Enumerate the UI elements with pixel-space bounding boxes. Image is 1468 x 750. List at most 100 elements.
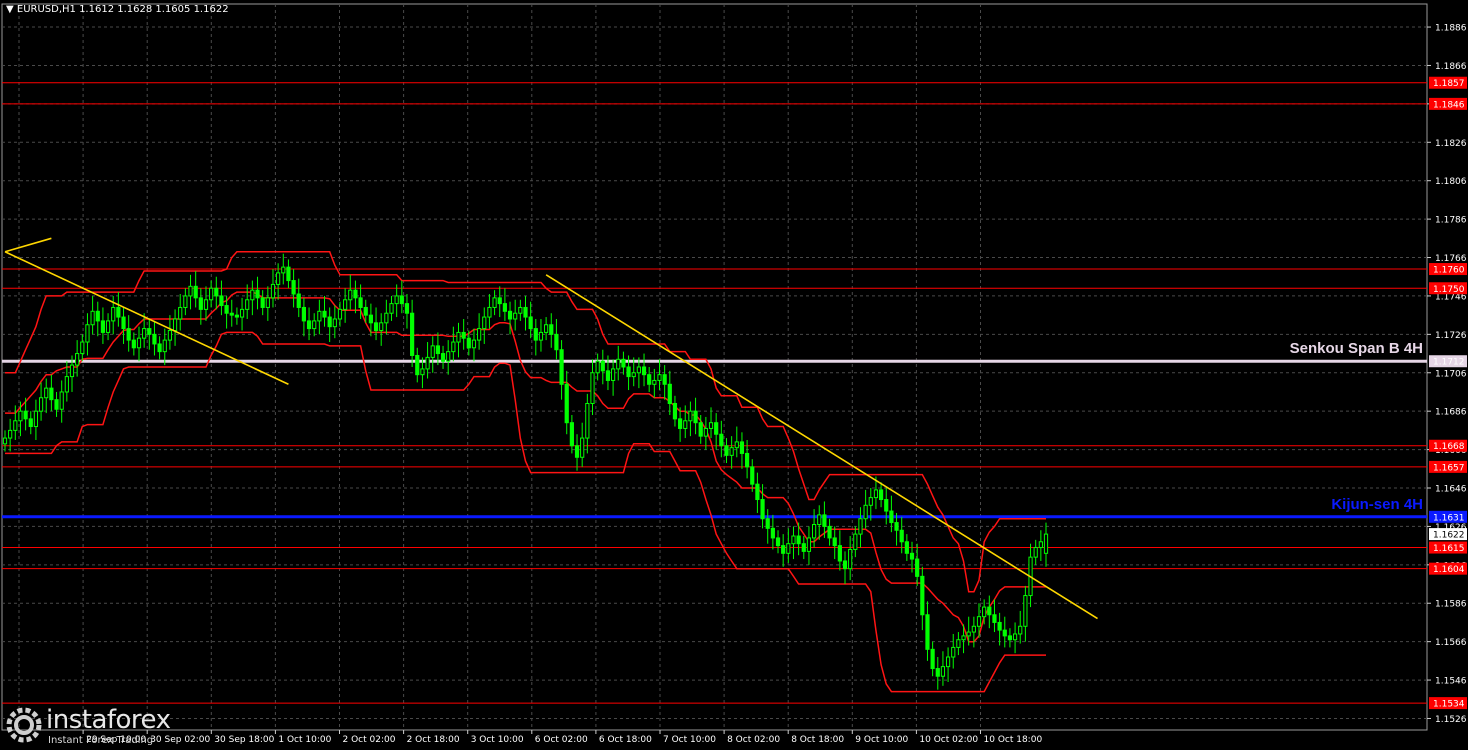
candle-body <box>420 368 425 376</box>
candle-body <box>899 529 904 543</box>
candle-body <box>580 437 585 458</box>
candle-body <box>229 312 234 316</box>
candle-body <box>688 410 693 422</box>
candle-body <box>337 308 343 320</box>
candle-body <box>683 420 688 429</box>
candle-body <box>775 537 781 547</box>
candle-body <box>1018 625 1023 635</box>
candle-body <box>363 306 368 316</box>
candle-body <box>214 287 219 297</box>
candle-body <box>1038 541 1043 549</box>
x-tick-label: 6 Oct 02:00 <box>535 735 588 745</box>
candle-body <box>198 297 203 310</box>
candle-body <box>904 541 909 554</box>
candle-body <box>477 328 482 341</box>
candle-body <box>708 422 714 429</box>
y-tick-label: 1.1706 <box>1435 369 1467 379</box>
candle-body <box>997 621 1002 631</box>
logo-name: instaforex <box>46 705 171 735</box>
candle-body <box>605 370 611 381</box>
candle-body <box>410 312 415 356</box>
candle-body <box>734 441 739 449</box>
candle-body <box>368 314 373 324</box>
candle-body <box>317 310 322 322</box>
level-price-label: 1.1657 <box>1433 463 1465 473</box>
candle-body <box>822 514 827 527</box>
y-tick-label: 1.1646 <box>1435 485 1467 495</box>
candle-body <box>446 351 451 362</box>
candle-body <box>786 543 791 554</box>
y-tick-label: 1.1686 <box>1435 408 1467 418</box>
dropdown-triangle-icon[interactable]: ▼ <box>6 4 17 15</box>
candle-body <box>49 387 54 401</box>
candle-body <box>306 320 312 330</box>
candle-body <box>80 341 85 355</box>
candle-body <box>358 297 363 308</box>
candle-body <box>853 533 858 550</box>
candle-body <box>281 266 286 274</box>
candle-body <box>719 433 724 447</box>
candle-body <box>343 299 348 310</box>
price-chart[interactable]: Senkou Span B 4H Kijun-sen 4H 1.1886 1.186… <box>0 0 1468 750</box>
candle-body <box>126 328 131 341</box>
candle-body <box>698 422 703 437</box>
candle-body <box>23 410 28 420</box>
candle-body <box>982 606 987 618</box>
candle-body <box>178 306 183 320</box>
candle-body <box>801 543 806 552</box>
candle-body <box>538 331 544 341</box>
candle-body <box>1033 547 1038 558</box>
candle-body <box>296 293 301 308</box>
candle-body <box>471 339 477 349</box>
candle-body <box>992 614 997 623</box>
candle-body <box>167 330 173 341</box>
candle-body <box>863 504 868 520</box>
candle-body <box>920 575 925 616</box>
candle-body <box>265 297 270 308</box>
candle-body <box>497 297 502 305</box>
candle-body <box>327 316 332 328</box>
candle-body <box>2 437 8 445</box>
candle-body <box>585 402 590 439</box>
x-tick-label: 2 Oct 18:00 <box>407 735 460 745</box>
candle-body <box>976 616 982 627</box>
candle-body <box>662 374 667 385</box>
candle-body <box>884 499 889 512</box>
candle-body <box>435 345 440 355</box>
candle-body <box>33 410 39 428</box>
candle-body <box>451 341 456 353</box>
candle-body <box>482 316 487 330</box>
x-tick-label: 10 Oct 18:00 <box>984 735 1043 745</box>
candle-body <box>873 489 879 499</box>
candle-body <box>806 537 812 552</box>
candle-body <box>744 452 750 468</box>
candle-body <box>111 306 116 322</box>
candle-body <box>574 445 580 458</box>
candle-body <box>915 558 920 577</box>
candle-body <box>961 635 966 641</box>
y-tick-label: 1.1546 <box>1435 677 1467 687</box>
candle-body <box>611 368 616 381</box>
candle-body <box>1012 633 1018 641</box>
candle-body <box>755 483 760 501</box>
candle-body <box>425 356 430 370</box>
candle-body <box>729 447 734 456</box>
y-tick-label: 1.1566 <box>1435 638 1467 648</box>
candle-body <box>239 308 245 318</box>
candle-body <box>162 339 167 353</box>
candle-body <box>1043 533 1049 554</box>
y-tick-label: 1.1786 <box>1435 216 1467 226</box>
candle-body <box>116 306 121 318</box>
candle-body <box>250 289 255 301</box>
candle-body <box>90 310 95 326</box>
level-price-label: 1.1712 <box>1433 358 1465 368</box>
candle-body <box>291 280 296 295</box>
candle-body <box>811 523 817 539</box>
candle-body <box>105 320 111 333</box>
candle-body <box>13 420 18 431</box>
candle-body <box>399 295 404 305</box>
candle-body <box>487 306 492 318</box>
candle-body <box>18 410 23 422</box>
candle-body <box>945 656 951 668</box>
x-tick-label: 9 Oct 10:00 <box>855 735 908 745</box>
